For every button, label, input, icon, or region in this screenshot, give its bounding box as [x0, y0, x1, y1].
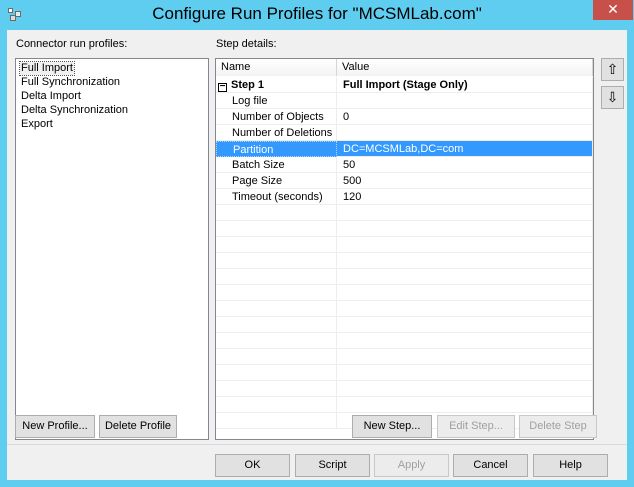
help-button[interactable]: Help — [533, 454, 608, 477]
step-name: Step 1 — [231, 79, 265, 91]
empty-grid-row — [216, 317, 593, 333]
ok-button[interactable]: OK — [215, 454, 290, 477]
list-item[interactable]: Full Synchronization — [20, 76, 121, 89]
table-row[interactable]: Batch Size 50 — [216, 157, 593, 173]
table-row[interactable]: Page Size 500 — [216, 173, 593, 189]
script-button[interactable]: Script — [295, 454, 370, 477]
arrow-down-icon: ⇩ — [606, 89, 619, 105]
property-name: Number of Deletions — [216, 125, 337, 141]
empty-grid-row — [216, 301, 593, 317]
table-row[interactable]: Number of Deletions — [216, 125, 593, 141]
property-name: Partition — [216, 141, 337, 157]
cancel-button[interactable]: Cancel — [453, 454, 528, 477]
empty-grid-row — [216, 365, 593, 381]
empty-grid-row — [216, 397, 593, 413]
step-details-grid[interactable]: Name Value − Step 1 Full Import (Stage On… — [215, 58, 594, 440]
table-row[interactable]: Timeout (seconds) 120 — [216, 189, 593, 205]
move-up-button[interactable]: ⇧ — [601, 58, 624, 81]
property-value: DC=MCSMLab,DC=com — [337, 141, 593, 157]
step-details-label: Step details: — [216, 38, 277, 50]
window-title: Configure Run Profiles for "MCSMLab.com" — [152, 4, 482, 23]
configure-run-profiles-dialog: Configure Run Profiles for "MCSMLab.com"… — [0, 0, 634, 487]
table-row[interactable]: − Step 1 Full Import (Stage Only) — [216, 77, 593, 93]
list-item[interactable]: Export — [20, 118, 54, 131]
property-value — [337, 125, 593, 141]
property-value: 0 — [337, 109, 593, 125]
property-name: Log file — [216, 93, 337, 109]
property-name: Number of Objects — [216, 109, 337, 125]
dialog-body: Connector run profiles: Full Import Full… — [7, 30, 627, 480]
delete-profile-button[interactable]: Delete Profile — [99, 415, 177, 438]
move-down-button[interactable]: ⇩ — [601, 86, 624, 109]
close-icon[interactable]: ✕ — [593, 0, 633, 20]
step-value: Full Import (Stage Only) — [337, 77, 593, 93]
empty-grid-row — [216, 381, 593, 397]
new-profile-button[interactable]: New Profile... — [15, 415, 95, 438]
profiles-label: Connector run profiles: — [16, 38, 128, 50]
title-bar[interactable]: Configure Run Profiles for "MCSMLab.com"… — [0, 0, 634, 30]
table-row[interactable]: Log file — [216, 93, 593, 109]
property-name: Page Size — [216, 173, 337, 189]
profiles-listbox[interactable]: Full Import Full Synchronization Delta I… — [15, 58, 209, 440]
grid-header: Name Value — [216, 59, 593, 76]
property-value: 50 — [337, 157, 593, 173]
empty-grid-row — [216, 205, 593, 221]
empty-grid-row — [216, 349, 593, 365]
delete-step-button[interactable]: Delete Step — [519, 415, 597, 438]
empty-grid-row — [216, 253, 593, 269]
apply-button[interactable]: Apply — [374, 454, 449, 477]
column-header-name[interactable]: Name — [216, 59, 337, 76]
list-item[interactable]: Delta Synchronization — [20, 104, 129, 117]
list-item[interactable]: Delta Import — [20, 90, 82, 103]
property-value: 500 — [337, 173, 593, 189]
list-item[interactable]: Full Import — [19, 61, 75, 76]
table-row-selected[interactable]: Partition DC=MCSMLab,DC=com — [216, 141, 593, 157]
empty-grid-row — [216, 285, 593, 301]
empty-grid-row — [216, 269, 593, 285]
property-value — [337, 93, 593, 109]
property-name: Timeout (seconds) — [216, 189, 337, 205]
empty-grid-row — [216, 221, 593, 237]
new-step-button[interactable]: New Step... — [352, 415, 432, 438]
column-header-value[interactable]: Value — [337, 59, 593, 76]
arrow-up-icon: ⇧ — [606, 61, 619, 77]
collapse-icon[interactable]: − — [218, 82, 227, 92]
empty-grid-row — [216, 333, 593, 349]
edit-step-button[interactable]: Edit Step... — [437, 415, 515, 438]
empty-grid-row — [216, 237, 593, 253]
table-row[interactable]: Number of Objects 0 — [216, 109, 593, 125]
property-name: Batch Size — [216, 157, 337, 173]
footer-divider — [7, 444, 627, 445]
property-value: 120 — [337, 189, 593, 205]
